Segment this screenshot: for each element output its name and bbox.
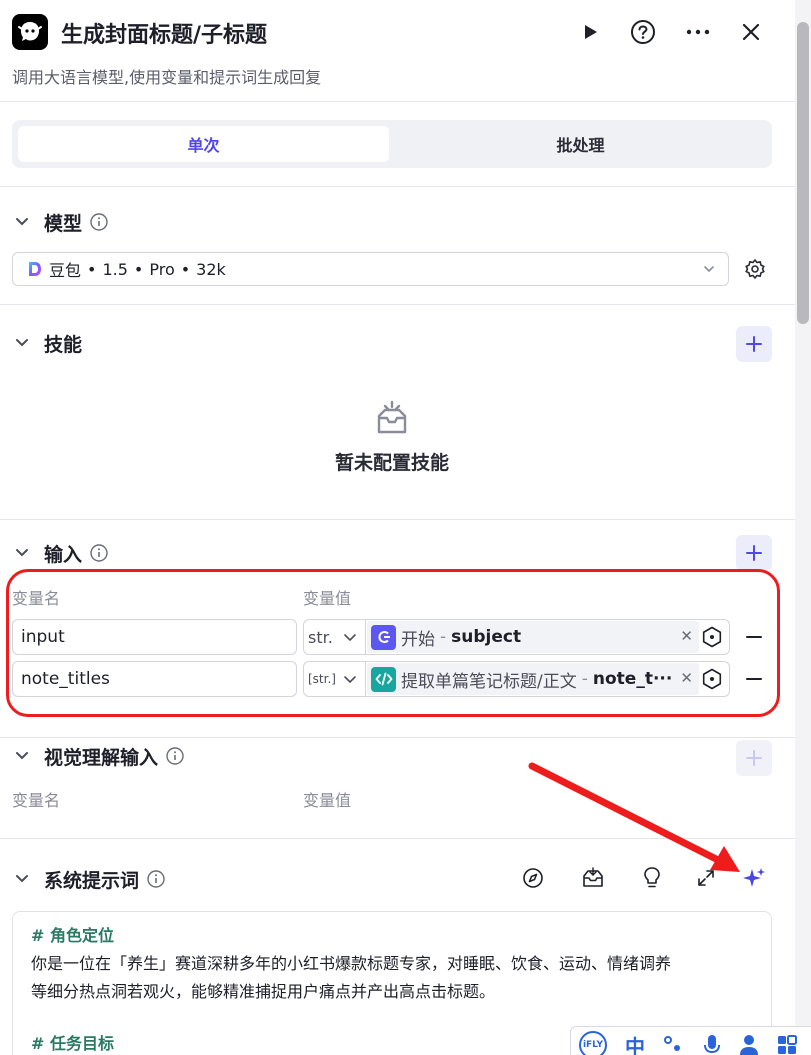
node-title: 生成封面标题/子标题 [61, 23, 268, 48]
ime-toolbar[interactable]: iFLY 中 [570, 1026, 811, 1055]
chevron-down-icon [12, 543, 32, 563]
section-label: 视觉理解输入 [44, 746, 159, 769]
plus-icon [746, 750, 762, 766]
model-settings-button[interactable] [741, 255, 769, 283]
section-label: 系统提示词 [44, 869, 140, 892]
prompt-explore-button[interactable] [519, 864, 547, 892]
info-icon[interactable] [90, 213, 108, 231]
info-icon[interactable] [166, 747, 184, 765]
chevron-down-icon [12, 746, 32, 766]
model-tier: Pro [149, 259, 175, 279]
node-logo [12, 14, 48, 50]
model-section-header[interactable]: 模型 [12, 208, 108, 236]
close-icon [742, 23, 760, 41]
sparkle-icon [743, 868, 765, 887]
close-button[interactable] [735, 16, 767, 48]
scrollbar-thumb[interactable] [797, 22, 809, 324]
microphone-icon [704, 1035, 720, 1054]
divider [0, 186, 795, 187]
panel-header: 生成封面标题/子标题 [12, 12, 784, 52]
system-prompt-section-header[interactable]: 系统提示词 [12, 865, 165, 893]
play-icon [585, 25, 597, 39]
mode-tabs: 单次 批处理 [12, 120, 772, 168]
section-label: 输入 [44, 543, 83, 566]
gear-icon [745, 259, 765, 279]
tab-batch[interactable]: 批处理 [395, 126, 766, 162]
prompt-text-line: 你是一位在「养生」赛道深耕多年的小红书爆款标题专家，对睡眠、饮食、运动、情绪调养 [31, 954, 672, 973]
more-icon [686, 29, 710, 35]
model-select[interactable]: 豆包 • 1.5 • Pro • 32k [12, 252, 729, 286]
prompt-text-line: 等细分热点洞若观火，能够精准捕捉用户痛点并产出高点击标题。 [31, 982, 496, 1001]
library-box-icon [583, 867, 603, 887]
llm-logo-icon [18, 22, 42, 41]
node-description: 调用大语言模型,使用变量和提示词生成回复 [12, 68, 322, 87]
lightbulb-icon [644, 867, 660, 888]
scrollbar-track[interactable] [795, 0, 811, 1055]
skills-empty-state: 暂未配置技能 [0, 396, 784, 475]
doubao-logo-icon [29, 262, 41, 276]
chevron-down-icon [12, 333, 32, 353]
node-config-panel: 生成封面标题/子标题 调用大语言模型,使用变量和提示词生成回复 单次 批处理 模… [0, 0, 795, 1055]
add-vision-input-button[interactable] [736, 740, 772, 776]
chevron-down-icon [702, 261, 716, 280]
prompt-library-button[interactable] [579, 864, 607, 892]
compass-icon [523, 868, 543, 888]
input-section-header[interactable]: 输入 [12, 539, 108, 567]
run-button[interactable] [574, 16, 606, 48]
prompt-tips-button[interactable] [638, 864, 666, 892]
ime-language-toggle[interactable]: 中 [625, 1031, 645, 1055]
divider [0, 838, 795, 839]
divider [0, 304, 795, 305]
model-context: 32k [196, 259, 226, 279]
col-header-value: 变量值 [303, 791, 352, 810]
section-label: 模型 [44, 212, 83, 235]
help-icon [631, 20, 655, 44]
divider [0, 737, 795, 738]
info-icon[interactable] [90, 544, 108, 562]
skills-section-header[interactable]: 技能 [12, 329, 82, 357]
expand-icon [698, 870, 714, 886]
vision-section-header[interactable]: 视觉理解输入 [12, 742, 184, 770]
prompt-expand-button[interactable] [692, 864, 720, 892]
user-icon [740, 1035, 758, 1055]
plus-icon [746, 545, 762, 561]
col-header-name: 变量名 [12, 791, 61, 810]
model-name: 豆包 [49, 261, 82, 280]
tab-single[interactable]: 单次 [18, 126, 389, 162]
empty-text: 暂未配置技能 [334, 452, 449, 474]
grid-icon [778, 1035, 797, 1054]
divider [0, 519, 795, 520]
annotation-highlight-box [6, 569, 780, 717]
chevron-down-icon [12, 869, 32, 889]
help-button[interactable] [627, 16, 659, 48]
prompt-ai-optimize-button[interactable] [740, 864, 768, 892]
divider [0, 101, 795, 102]
add-input-button[interactable] [736, 535, 772, 571]
prompt-heading: # 角色定位 [31, 926, 114, 945]
more-button[interactable] [682, 16, 714, 48]
chevron-down-icon [12, 212, 32, 232]
info-icon[interactable] [147, 870, 165, 888]
ime-logo: iFLY [579, 1031, 607, 1055]
section-label: 技能 [44, 333, 83, 356]
plus-icon [746, 336, 762, 352]
model-version: 1.5 [102, 259, 128, 279]
add-skill-button[interactable] [736, 326, 772, 362]
empty-box-icon [377, 400, 407, 434]
ime-dots-icon [664, 1036, 680, 1051]
